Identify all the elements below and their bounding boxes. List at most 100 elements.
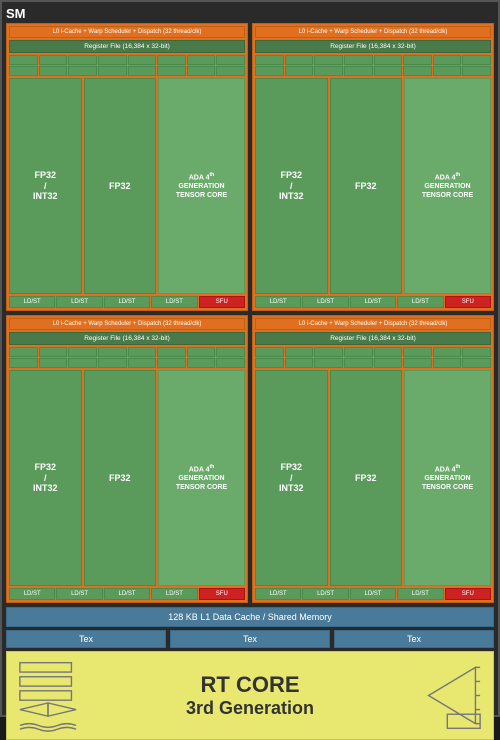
fp32-label-1: FP32 bbox=[109, 181, 131, 192]
reg-cell bbox=[9, 66, 38, 76]
register-grid-3 bbox=[9, 347, 245, 368]
fp32-int32-label-2: FP32/INT32 bbox=[279, 170, 304, 202]
reg-cell bbox=[344, 358, 373, 368]
sfu-unit-1: SFU bbox=[199, 296, 245, 308]
reg-cell bbox=[374, 358, 403, 368]
reg-cell bbox=[157, 55, 186, 65]
reg-cell bbox=[433, 55, 462, 65]
register-file-bar-1: Register File (16,384 x 32-bit) bbox=[9, 40, 245, 53]
reg-cell bbox=[314, 358, 343, 368]
reg-cell bbox=[98, 55, 127, 65]
reg-cell bbox=[187, 55, 216, 65]
reg-cell bbox=[314, 347, 343, 357]
reg-cell bbox=[98, 347, 127, 357]
tex-block-1: Tex bbox=[6, 630, 166, 648]
l0-cache-bar-2: L0 i-Cache + Warp Scheduler + Dispatch (… bbox=[255, 26, 491, 38]
ldst-unit-9: LD/ST bbox=[9, 588, 55, 600]
fp32-int32-label-1: FP32/INT32 bbox=[33, 170, 58, 202]
reg-cell bbox=[462, 347, 491, 357]
register-file-bar-3: Register File (16,384 x 32-bit) bbox=[9, 332, 245, 345]
ldst-unit-8: LD/ST bbox=[397, 296, 443, 308]
ada-core-block-1: ADA 4thGENERATIONTENSOR CORE bbox=[158, 78, 245, 294]
reg-cell bbox=[285, 358, 314, 368]
bottom-units-1: LD/ST LD/ST LD/ST LD/ST SFU bbox=[9, 296, 245, 308]
ada-core-block-4: ADA 4thGENERATIONTENSOR CORE bbox=[404, 370, 491, 586]
ldst-unit-4: LD/ST bbox=[151, 296, 197, 308]
quadrants-grid: L0 i-Cache + Warp Scheduler + Dispatch (… bbox=[6, 23, 494, 603]
ada-core-label-2: ADA 4thGENERATIONTENSOR CORE bbox=[422, 172, 473, 201]
l1-cache-bar: 128 KB L1 Data Cache / Shared Memory bbox=[6, 607, 494, 627]
fp32-int32-label-4: FP32/INT32 bbox=[279, 462, 304, 494]
reg-cell bbox=[9, 358, 38, 368]
reg-cell bbox=[157, 66, 186, 76]
ldst-unit-7: LD/ST bbox=[350, 296, 396, 308]
reg-cell bbox=[403, 347, 432, 357]
fp32-block-2: FP32 bbox=[330, 78, 403, 294]
ldst-unit-14: LD/ST bbox=[302, 588, 348, 600]
reg-cell bbox=[157, 358, 186, 368]
ldst-unit-15: LD/ST bbox=[350, 588, 396, 600]
reg-cell bbox=[68, 347, 97, 357]
reg-cell bbox=[255, 55, 284, 65]
l0-cache-bar-1: L0 i-Cache + Warp Scheduler + Dispatch (… bbox=[9, 26, 245, 38]
bottom-units-3: LD/ST LD/ST LD/ST LD/ST SFU bbox=[9, 588, 245, 600]
ldst-unit-13: LD/ST bbox=[255, 588, 301, 600]
reg-cell bbox=[39, 66, 68, 76]
reg-cell bbox=[128, 347, 157, 357]
reg-cell bbox=[216, 358, 245, 368]
reg-cell bbox=[68, 66, 97, 76]
reg-cell bbox=[216, 66, 245, 76]
l0-cache-bar-3: L0 i-Cache + Warp Scheduler + Dispatch (… bbox=[9, 318, 245, 330]
ada-core-block-2: ADA 4thGENERATIONTENSOR CORE bbox=[404, 78, 491, 294]
fp32-int32-block-2: FP32/INT32 bbox=[255, 78, 328, 294]
reg-cell bbox=[216, 347, 245, 357]
ada-core-label-1: ADA 4thGENERATIONTENSOR CORE bbox=[176, 172, 227, 201]
bottom-units-4: LD/ST LD/ST LD/ST LD/ST SFU bbox=[255, 588, 491, 600]
reg-cell bbox=[128, 66, 157, 76]
reg-cell bbox=[9, 55, 38, 65]
register-file-bar-4: Register File (16,384 x 32-bit) bbox=[255, 332, 491, 345]
sm-container: SM L0 i-Cache + Warp Scheduler + Dispatc… bbox=[0, 0, 500, 717]
reg-cell bbox=[403, 66, 432, 76]
reg-cell bbox=[98, 358, 127, 368]
rt-core-title: RT CORE bbox=[83, 672, 417, 698]
sfu-unit-4: SFU bbox=[445, 588, 491, 600]
sfu-unit-2: SFU bbox=[445, 296, 491, 308]
register-grid-2 bbox=[255, 55, 491, 76]
ldst-unit-1: LD/ST bbox=[9, 296, 55, 308]
quadrant-4: L0 i-Cache + Warp Scheduler + Dispatch (… bbox=[252, 315, 494, 603]
ada-core-label-3: ADA 4thGENERATIONTENSOR CORE bbox=[176, 464, 227, 493]
reg-cell bbox=[433, 358, 462, 368]
fp32-block-1: FP32 bbox=[84, 78, 157, 294]
rt-diagram-right bbox=[417, 658, 487, 733]
reg-cell bbox=[344, 66, 373, 76]
reg-cell bbox=[255, 66, 284, 76]
ldst-unit-3: LD/ST bbox=[104, 296, 150, 308]
reg-cell bbox=[314, 66, 343, 76]
reg-cell bbox=[187, 347, 216, 357]
ada-core-block-3: ADA 4thGENERATIONTENSOR CORE bbox=[158, 370, 245, 586]
reg-cell bbox=[374, 55, 403, 65]
cores-area-2: FP32/INT32 FP32 ADA 4thGENERATIONTENSOR … bbox=[255, 78, 491, 294]
sfu-unit-3: SFU bbox=[199, 588, 245, 600]
ldst-unit-10: LD/ST bbox=[56, 588, 102, 600]
reg-cell bbox=[128, 358, 157, 368]
rt-diagram-left bbox=[13, 658, 83, 733]
reg-cell bbox=[462, 358, 491, 368]
reg-cell bbox=[9, 347, 38, 357]
cores-area-4: FP32/INT32 FP32 ADA 4thGENERATIONTENSOR … bbox=[255, 370, 491, 586]
register-grid-1 bbox=[9, 55, 245, 76]
reg-cell bbox=[68, 358, 97, 368]
reg-cell bbox=[68, 55, 97, 65]
l0-cache-bar-4: L0 i-Cache + Warp Scheduler + Dispatch (… bbox=[255, 318, 491, 330]
fp32-label-3: FP32 bbox=[109, 473, 131, 484]
sm-label: SM bbox=[6, 6, 494, 21]
reg-cell bbox=[157, 347, 186, 357]
reg-cell bbox=[128, 55, 157, 65]
rt-core-section: RT CORE 3rd Generation bbox=[6, 651, 494, 740]
reg-cell bbox=[374, 66, 403, 76]
fp32-block-4: FP32 bbox=[330, 370, 403, 586]
register-file-bar-2: Register File (16,384 x 32-bit) bbox=[255, 40, 491, 53]
reg-cell bbox=[344, 347, 373, 357]
fp32-int32-block-3: FP32/INT32 bbox=[9, 370, 82, 586]
